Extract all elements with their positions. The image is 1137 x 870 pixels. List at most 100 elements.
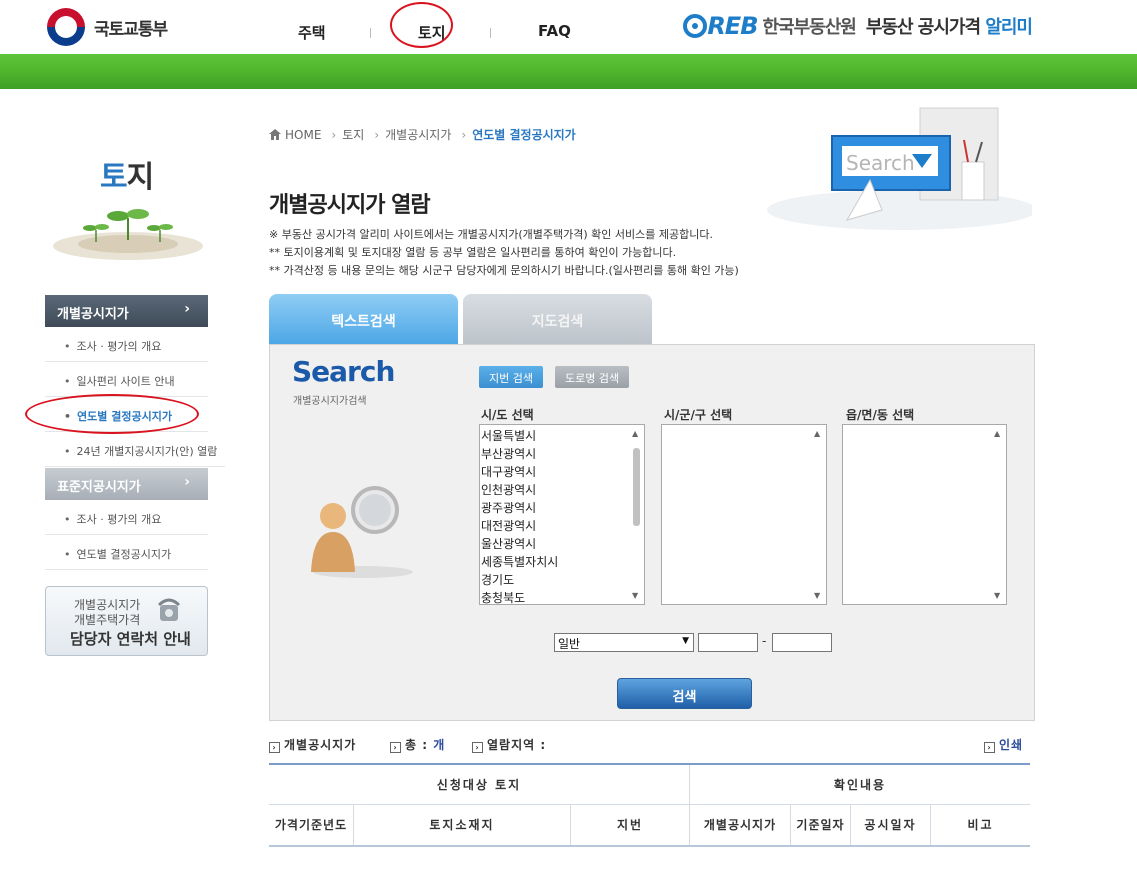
site-title-brand: 알리미 — [985, 17, 1033, 38]
menu-item-std-yearly-price[interactable]: • 연도별 결정공시지가 — [45, 535, 208, 570]
scroll-down-icon[interactable]: ▼ — [814, 591, 820, 600]
col-group-target-land: 신청대상 토지 — [436, 778, 522, 792]
scrollbar[interactable]: ▲ ▼ — [629, 425, 644, 604]
tab-text-search[interactable]: 텍스트검색 — [269, 294, 458, 345]
menu-item-survey-overview[interactable]: • 조사 · 평가의 개요 — [45, 327, 208, 362]
col-group-confirmation: 확인내용 — [833, 778, 887, 792]
sido-option[interactable]: 세종특별자치시 — [480, 553, 558, 571]
scrollbar[interactable]: ▲ ▼ — [811, 425, 826, 604]
menu-head-label: 개별공시지가 — [57, 307, 129, 322]
arrow-box-icon: › — [390, 742, 401, 753]
scroll-thumb[interactable] — [633, 448, 640, 526]
sido-option[interactable]: 충청북도 — [480, 589, 558, 607]
land-type-select[interactable]: 일반 ▼ — [554, 633, 694, 652]
sido-option[interactable]: 광주광역시 — [480, 499, 558, 517]
chevron-down-icon: ▼ — [682, 636, 689, 646]
scroll-up-icon[interactable]: ▲ — [994, 429, 1000, 438]
land-type-value: 일반 — [558, 637, 581, 651]
site-title-prefix: 부동산 공시가격 — [865, 17, 981, 38]
menu-item-label: 연도별 결정공시지가 — [76, 548, 172, 561]
print-link[interactable]: › 인쇄 — [984, 736, 1023, 753]
sido-option[interactable]: 경기도 — [480, 571, 558, 589]
main-lot-input[interactable] — [698, 633, 758, 652]
col-land-price: 개별공시지가 — [703, 818, 777, 832]
arrow-box-icon: › — [984, 742, 995, 753]
road-name-search-button[interactable]: 도로명 검색 — [555, 366, 630, 388]
sido-option[interactable]: 대전광역시 — [480, 517, 558, 535]
breadcrumb-separator: › — [331, 127, 337, 142]
sigungu-label: 시/군/구 선택 — [664, 408, 733, 422]
result-price-label: › 개별공시지가 — [269, 736, 356, 753]
tab-map-search[interactable]: 지도검색 — [463, 294, 652, 345]
green-band — [0, 54, 1137, 89]
sido-option[interactable]: 울산광역시 — [480, 535, 558, 553]
sido-option[interactable]: 인천광역시 — [480, 481, 558, 499]
search-banner-illustration: Search — [767, 107, 1032, 230]
print-label: 인쇄 — [999, 738, 1024, 752]
breadcrumb-current: 연도별 결정공시지가 — [472, 128, 576, 142]
site-title: 부동산 공시가격 알리미 — [865, 13, 1033, 39]
sido-option[interactable]: 서울특별시 — [480, 427, 558, 445]
table-group-header: 신청대상 토지 확인내용 — [269, 765, 1030, 805]
menu-item-24-draft-view[interactable]: • 24년 개별지공시지가(안) 열람 — [45, 432, 225, 467]
col-location: 토지소재지 — [429, 818, 495, 832]
menu-item-std-survey-overview[interactable]: • 조사 · 평가의 개요 — [45, 500, 208, 535]
scroll-down-icon[interactable]: ▼ — [632, 591, 638, 600]
search-heading: Search — [292, 355, 395, 388]
menu-item-label: 24년 개별지공시지가(안) 열람 — [76, 445, 218, 458]
contact-guide-banner[interactable]: 개별공시지가 개별주택가격 담당자 연락처 안내 — [45, 586, 208, 656]
taegeuk-icon — [47, 8, 85, 46]
sidebar-title: 토지 — [100, 152, 155, 196]
nav-housing[interactable]: 주택 — [298, 22, 326, 43]
scroll-up-icon[interactable]: ▲ — [814, 429, 820, 438]
menu-head-label: 표준지공시지가 — [57, 480, 141, 495]
menu-item-label: 일사편리 사이트 안내 — [76, 375, 175, 388]
sigungu-listbox[interactable]: ▲ ▼ — [661, 424, 827, 605]
breadcrumb-individual[interactable]: 개별공시지가 — [385, 126, 451, 143]
breadcrumb-separator: › — [461, 127, 467, 142]
sido-option[interactable]: 부산광역시 — [480, 445, 558, 463]
sprout-illustration — [53, 209, 203, 260]
ministry-logo[interactable]: 국토교통부 — [47, 8, 168, 46]
breadcrumb-separator: › — [374, 127, 380, 142]
bullet-icon: • — [64, 340, 71, 353]
scroll-up-icon[interactable]: ▲ — [632, 429, 638, 438]
result-region-label: 열람지역 : — [487, 738, 547, 752]
breadcrumb-home[interactable]: HOME — [285, 128, 321, 142]
scroll-down-icon[interactable]: ▼ — [994, 591, 1000, 600]
menu-item-label: 조사 · 평가의 개요 — [76, 513, 162, 526]
result-total-label: 총 : — [405, 738, 429, 752]
lot-dash: - — [762, 634, 767, 648]
menu-standard-land-price[interactable]: 표준지공시지가 › — [45, 468, 208, 500]
sido-listbox[interactable]: 서울특별시 부산광역시 대구광역시 인천광역시 광주광역시 대전광역시 울산광역… — [479, 424, 645, 605]
nav-faq[interactable]: FAQ — [538, 22, 571, 40]
search-subheading: 개별공시지가검색 — [293, 396, 367, 407]
bullet-icon: • — [64, 445, 71, 458]
notice-line: ** 토지이용계획 및 토지대장 열람 등 공부 열람은 일사편리를 통하여 확… — [269, 246, 677, 259]
sidebar-title-first: 토 — [100, 160, 128, 195]
reb-brand[interactable]: REB 한국부동산원 부동산 공시가격 알리미 — [683, 12, 1033, 40]
person-search-illustration — [311, 486, 413, 578]
contact-line-2: 개별주택가격 — [74, 613, 141, 627]
site-header: 국토교통부 주택 토지 FAQ REB 한국부동산원 부동산 공시가격 알리미 — [0, 0, 1137, 54]
menu-individual-land-price[interactable]: 개별공시지가 › — [45, 295, 208, 327]
highlight-circle — [390, 2, 453, 48]
search-button[interactable]: 검색 — [617, 678, 752, 709]
bullet-icon: • — [64, 548, 71, 561]
sido-option[interactable]: 대구광역시 — [480, 463, 558, 481]
lot-number-search-button[interactable]: 지번 검색 — [479, 366, 543, 388]
chevron-right-icon: › — [184, 474, 190, 490]
sub-lot-input[interactable] — [772, 633, 832, 652]
menu-item-ilsapyeonri-guide[interactable]: • 일사편리 사이트 안내 — [45, 362, 208, 397]
eupmyeon-listbox[interactable]: ▲ ▼ — [842, 424, 1007, 605]
arrow-box-icon: › — [472, 742, 483, 753]
arrow-box-icon: › — [269, 742, 280, 753]
breadcrumb: HOME › 토지 › 개별공시지가 › 연도별 결정공시지가 — [269, 126, 576, 143]
chevron-right-icon: › — [184, 301, 190, 317]
scrollbar[interactable]: ▲ ▼ — [991, 425, 1006, 604]
phone-icon — [157, 598, 181, 621]
reb-logo-icon — [683, 14, 708, 38]
sidebar-title-rest: 지 — [126, 160, 155, 195]
breadcrumb-land[interactable]: 토지 — [342, 126, 364, 143]
highlight-circle — [25, 394, 199, 434]
